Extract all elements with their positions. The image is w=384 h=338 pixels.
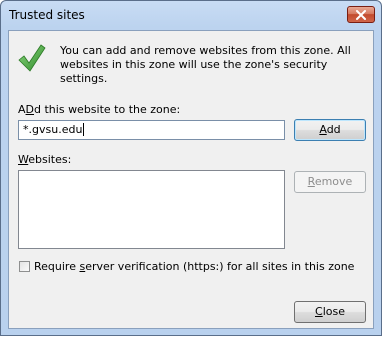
website-input-value: *.gvsu.edu — [23, 123, 83, 136]
require-https-label-after: erver verification (https:) for all site… — [85, 260, 355, 273]
close-button-rest: lose — [322, 305, 345, 318]
websites-label-access-key: W — [18, 153, 29, 166]
add-label-first: A — [18, 103, 26, 116]
remove-button-rest: emove — [314, 175, 353, 188]
add-website-label: ADd this website to the zone: — [18, 103, 180, 116]
close-button[interactable]: Close — [294, 301, 366, 323]
window-close-button[interactable] — [347, 6, 375, 23]
websites-label: Websites: — [18, 153, 71, 166]
title-bar[interactable]: Trusted sites — [1, 1, 381, 29]
remove-button-access-key: R — [307, 175, 315, 188]
info-message: You can add and remove websites from thi… — [60, 44, 351, 85]
close-button-access-key: C — [315, 305, 323, 318]
checkmark-icon — [18, 44, 46, 72]
websites-label-rest: ebsites: — [28, 153, 72, 166]
text-caret — [83, 123, 85, 136]
add-label-rest: d this website to the zone: — [34, 103, 181, 116]
website-input[interactable]: *.gvsu.edu — [18, 120, 285, 140]
add-label-access-key: D — [25, 103, 35, 116]
add-button-rest: dd — [326, 123, 341, 136]
websites-list[interactable] — [18, 170, 285, 249]
trusted-sites-window: Trusted sites You can add and remove web… — [0, 0, 382, 336]
dialog-body: You can add and remove websites from thi… — [8, 30, 374, 329]
require-https-checkbox[interactable] — [19, 261, 30, 272]
add-button[interactable]: Add — [294, 119, 366, 141]
window-title: Trusted sites — [9, 8, 85, 22]
require-https-label-before: Require — [34, 260, 80, 273]
require-https-label[interactable]: Require server verification (https:) for… — [34, 260, 354, 273]
add-button-access-key: A — [319, 123, 327, 136]
close-icon — [356, 9, 366, 20]
remove-button[interactable]: Remove — [294, 171, 366, 193]
